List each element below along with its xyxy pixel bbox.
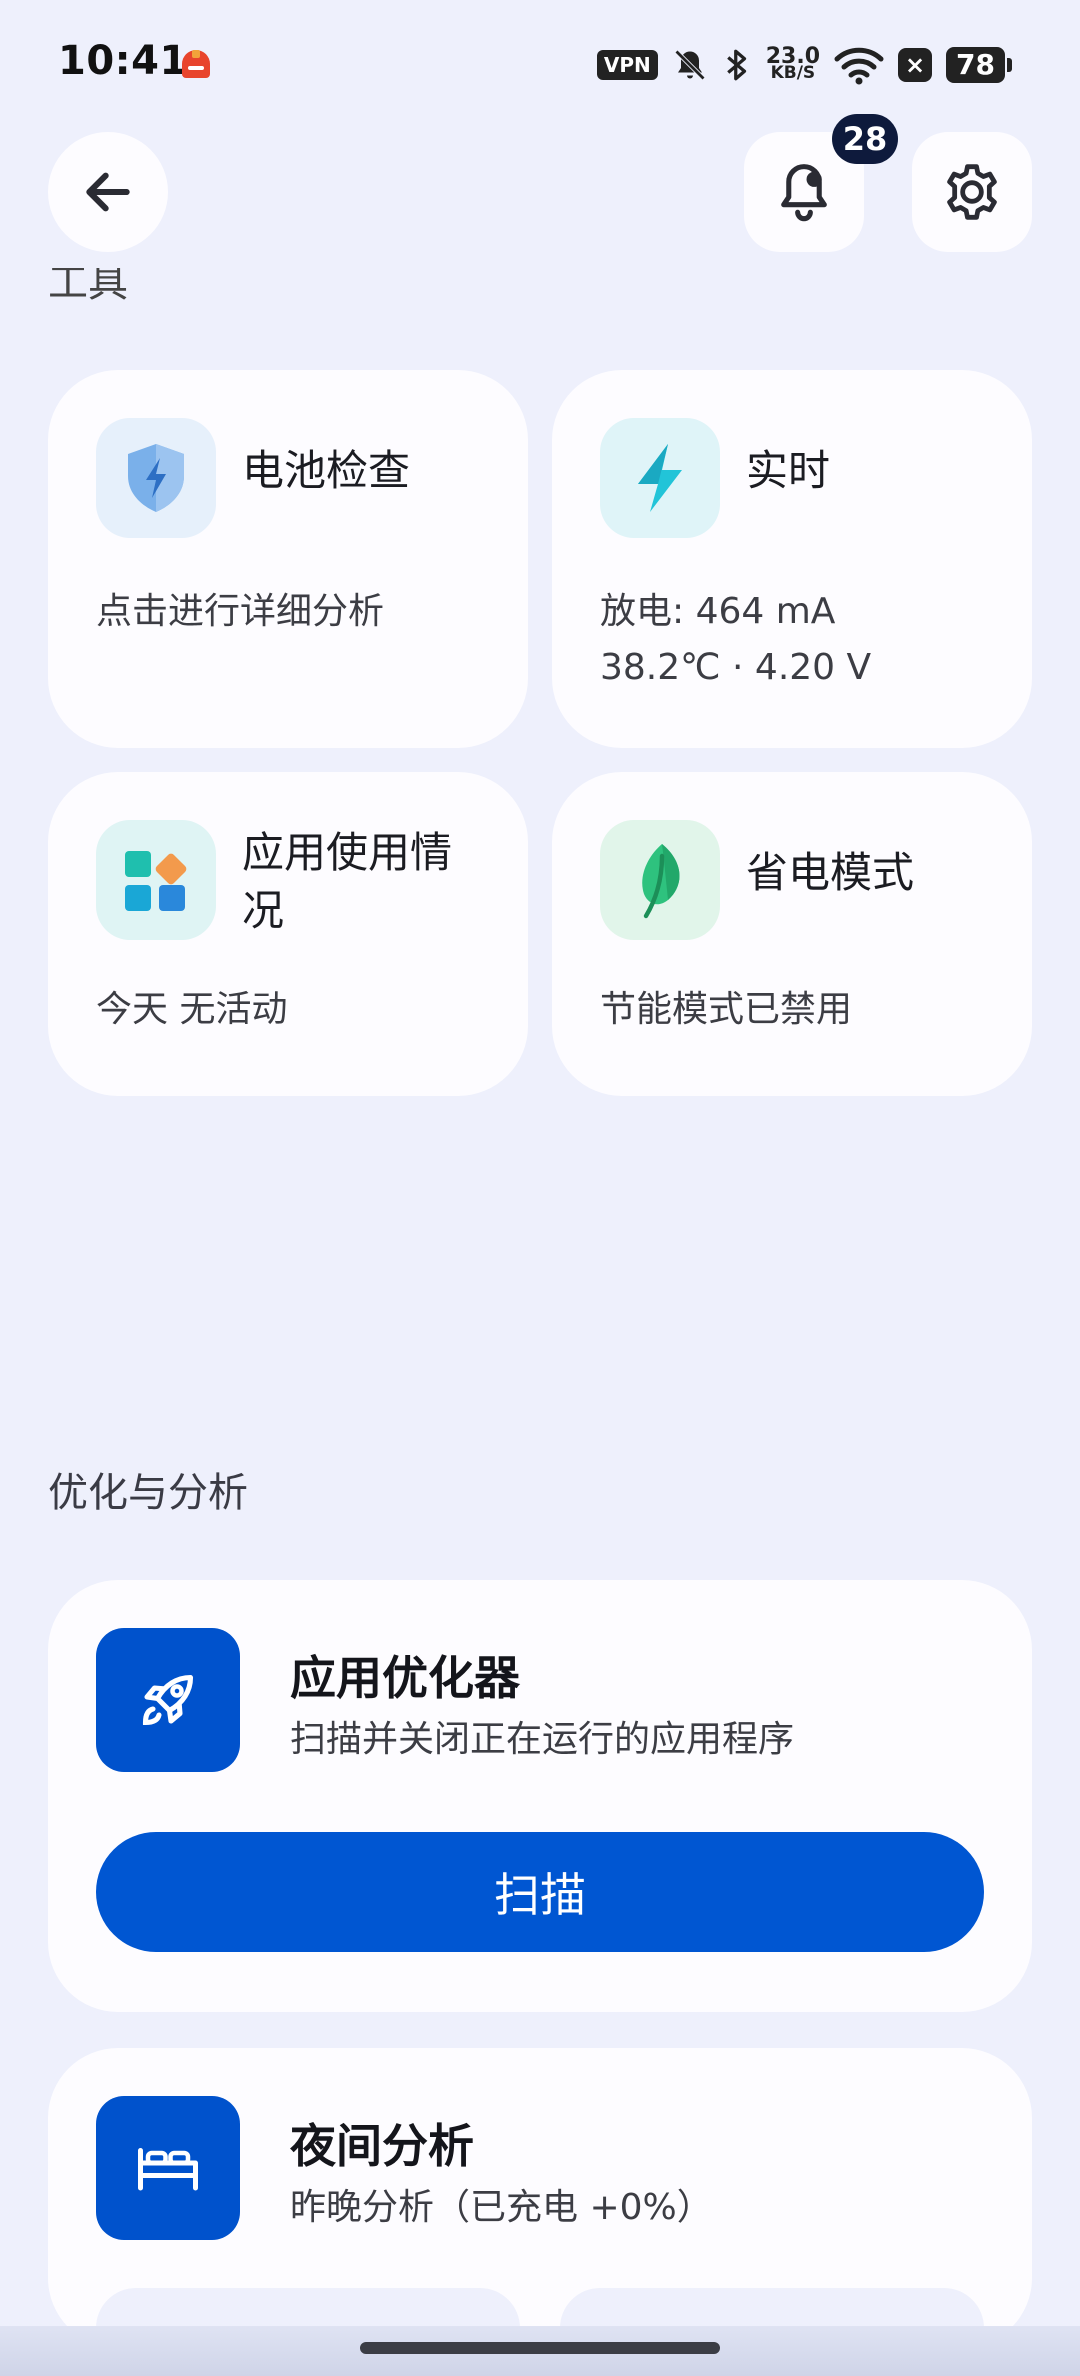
network-speed: 23.0 KB/S (765, 44, 821, 83)
power-saving-title: 省电模式 (746, 848, 915, 897)
battery-check-card[interactable]: 电池检查 点击进行详细分析 (48, 370, 528, 748)
wifi-icon (834, 47, 884, 85)
app-optimizer-card: 应用优化器 扫描并关闭正在运行的应用程序 扫描 (48, 1580, 1032, 2012)
section-title-tools: 工具 (48, 268, 128, 306)
leaf-icon (642, 844, 680, 919)
realtime-card[interactable]: 实时 放电: 464 mA 38.2℃ · 4.20 V (552, 370, 1032, 748)
vpn-icon: VPN (596, 50, 658, 80)
night-analysis-title: 夜间分析 (290, 2119, 474, 2173)
close-app-icon: × (898, 48, 933, 82)
gear-icon (947, 164, 997, 220)
lightning-bolt-icon (638, 444, 682, 512)
notification-count-badge: 28 (832, 114, 898, 164)
rocket-icon (142, 1674, 194, 1726)
battery-check-icon-wrap (96, 418, 216, 538)
realtime-icon-wrap (600, 418, 720, 538)
app-optimizer-icon-wrap (96, 1628, 240, 1772)
settings-button[interactable] (912, 132, 1032, 252)
status-bar: 10:41 VPN 23.0 KB/S × 78 (0, 0, 1080, 130)
arrow-left-icon (86, 172, 130, 212)
status-time: 10:41 (58, 38, 188, 84)
app-optimizer-subtitle: 扫描并关闭正在运行的应用程序 (290, 1719, 795, 1760)
section-title-optimization: 优化与分析 (48, 1470, 248, 1516)
app-usage-icon-wrap (96, 820, 216, 940)
realtime-temp-voltage: 38.2℃ · 4.20 V (600, 647, 872, 688)
app-optimizer-title: 应用优化器 (290, 1651, 520, 1705)
app-usage-card[interactable]: 应用使用情况 今天 无活动 (48, 772, 528, 1096)
bell-icon (781, 164, 827, 222)
night-analysis-card[interactable]: 夜间分析 昨晚分析（已充电 +0%） (48, 2048, 1032, 2348)
night-analysis-subtitle: 昨晚分析（已充电 +0%） (290, 2187, 713, 2228)
status-icons: VPN 23.0 KB/S × 78 (596, 40, 1012, 90)
shield-bolt-icon (128, 444, 184, 512)
bluetooth-icon (726, 49, 746, 81)
power-saving-subtitle: 节能模式已禁用 (600, 989, 853, 1030)
realtime-title: 实时 (746, 446, 831, 495)
battery-check-title: 电池检查 (242, 446, 411, 495)
power-saving-icon-wrap (600, 820, 720, 940)
app-notification-icon (182, 50, 210, 78)
realtime-discharge: 放电: 464 mA (600, 591, 836, 632)
bed-icon (138, 2148, 198, 2191)
app-usage-subtitle: 今天 无活动 (96, 989, 288, 1030)
bell-muted-icon (674, 49, 705, 81)
back-button[interactable] (48, 132, 168, 252)
power-saving-card[interactable]: 省电模式 节能模式已禁用 (552, 772, 1032, 1096)
battery-check-subtitle: 点击进行详细分析 (96, 591, 385, 632)
app-usage-title: 应用使用情况 (242, 828, 453, 935)
app-grid-icon (125, 851, 187, 911)
scan-button[interactable]: 扫描 (96, 1832, 984, 1952)
navigation-handle[interactable] (360, 2342, 720, 2354)
battery-indicator: 78 (946, 47, 1012, 83)
night-analysis-icon-wrap (96, 2096, 240, 2240)
